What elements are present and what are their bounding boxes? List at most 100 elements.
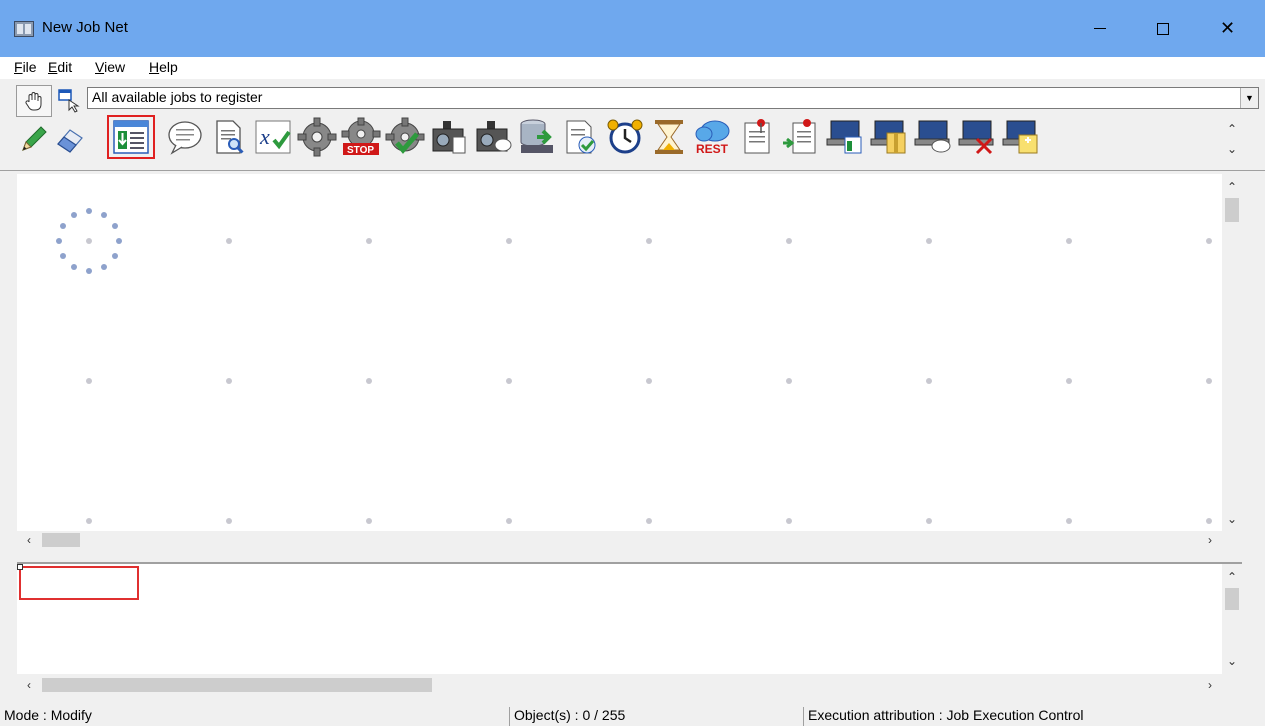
palette-camera-message[interactable]	[473, 117, 513, 157]
grid-dot	[86, 378, 92, 384]
palette-document-search[interactable]	[209, 117, 249, 157]
computer-message-icon	[914, 120, 951, 153]
hand-mode-button[interactable]	[16, 85, 52, 117]
hand-icon	[25, 92, 42, 111]
menu-edit-label: dit	[57, 59, 73, 75]
overview-scroll-down-icon[interactable]: ⌄	[1222, 652, 1242, 670]
palette-variable-check[interactable]: x	[253, 117, 293, 157]
menu-bar: File Edit View Help	[0, 57, 1265, 79]
grid-dot	[86, 518, 92, 524]
palette-scroll[interactable]: ⌃ ⌄	[1222, 119, 1242, 163]
canvas-horizontal-scrollbar[interactable]: ‹ ›	[17, 531, 1222, 549]
scroll-left-icon[interactable]: ‹	[19, 531, 39, 549]
grid-dot	[1206, 378, 1212, 384]
gear-check-icon	[385, 117, 425, 154]
grid-dot	[646, 378, 652, 384]
status-bar: Mode : Modify Object(s) : 0 / 255 Execut…	[0, 704, 1265, 726]
start-marker-dot	[56, 238, 62, 244]
grid-dot	[1206, 518, 1212, 524]
menu-help[interactable]: Help	[149, 59, 178, 75]
palette-document-check[interactable]	[561, 117, 601, 157]
canvas-vscroll-thumb[interactable]	[1225, 198, 1239, 222]
job-net-canvas[interactable]	[17, 174, 1242, 531]
grid-dot	[786, 378, 792, 384]
overview-horizontal-scrollbar[interactable]: ‹ ›	[17, 674, 1222, 696]
minimize-button[interactable]	[1072, 0, 1127, 57]
palette-computer-archive[interactable]	[869, 117, 909, 157]
status-mode: Mode : Modify	[4, 707, 92, 723]
palette-hourglass[interactable]	[649, 117, 689, 157]
start-marker-dot	[60, 223, 67, 229]
grid-dot	[1066, 238, 1072, 244]
overview-scroll-up-icon[interactable]: ⌃	[1222, 568, 1242, 586]
grid-dot	[926, 238, 932, 244]
palette-gear[interactable]	[297, 117, 337, 157]
menu-file[interactable]: File	[14, 59, 37, 75]
palette-rest-cloud[interactable]: REST	[693, 117, 733, 157]
eraser-icon	[57, 129, 83, 153]
palette-gear-stop[interactable]: STOP	[341, 117, 381, 157]
palette-alarm-clock[interactable]	[605, 117, 645, 157]
palette-computer-message[interactable]	[913, 117, 953, 157]
pointer-window-icon	[58, 89, 80, 113]
pencil-mode-button[interactable]	[16, 123, 52, 155]
grid-dot	[646, 518, 652, 524]
dropdown-arrow-icon[interactable]: ▼	[1240, 88, 1258, 108]
palette-camera-document[interactable]	[429, 117, 469, 157]
status-execution: Execution attribution : Job Execution Co…	[803, 707, 1084, 726]
palette-transfer-job[interactable]	[107, 115, 155, 159]
grid-dot	[366, 238, 372, 244]
alarm-clock-icon	[607, 119, 643, 154]
chevron-down-icon[interactable]: ⌄	[1222, 139, 1242, 159]
start-marker-dot	[60, 253, 67, 259]
variable-check-icon: x	[255, 120, 291, 154]
title-bar[interactable]: New Job Net ✕	[0, 0, 1265, 57]
toolbar: All available jobs to register ▼ x STOP …	[0, 79, 1265, 171]
menu-help-accel: H	[149, 59, 160, 75]
overview-hscroll-thumb[interactable]	[42, 678, 432, 692]
canvas-hscroll-thumb[interactable]	[42, 533, 80, 547]
scroll-right-icon[interactable]: ›	[1200, 531, 1220, 549]
palette-flag-document-arrow[interactable]	[781, 117, 821, 157]
start-marker-dot	[86, 208, 92, 214]
palette-flag-document[interactable]	[737, 117, 777, 157]
grid-dot	[506, 378, 512, 384]
grid-dot	[1066, 518, 1072, 524]
scroll-down-icon[interactable]: ⌄	[1222, 510, 1242, 528]
overview-corner-handle[interactable]	[17, 564, 23, 570]
overview-scroll-left-icon[interactable]: ‹	[19, 676, 39, 694]
status-objects: Object(s) : 0 / 255	[509, 707, 625, 726]
flag-document-icon	[744, 119, 770, 154]
scroll-up-icon[interactable]: ⌃	[1222, 178, 1242, 196]
canvas-vertical-scrollbar[interactable]: ⌃ ⌄	[1222, 174, 1242, 531]
palette-database-download[interactable]	[517, 117, 557, 157]
grid-dot	[646, 238, 652, 244]
maximize-button[interactable]	[1135, 0, 1190, 57]
grid-dot	[506, 518, 512, 524]
gear-icon	[297, 117, 337, 157]
menu-view[interactable]: View	[95, 59, 125, 75]
overview-scroll-right-icon[interactable]: ›	[1200, 676, 1220, 694]
rest-label: REST	[696, 142, 729, 156]
palette-comment[interactable]	[165, 117, 205, 157]
start-marker-dot	[101, 263, 107, 270]
flag-document-arrow-icon	[783, 119, 816, 154]
eraser-mode-button[interactable]	[52, 123, 88, 155]
start-marker-dot	[71, 263, 77, 270]
palette-computer-transfer[interactable]	[825, 117, 865, 157]
grid-dot	[506, 238, 512, 244]
overview-pane[interactable]	[17, 562, 1242, 674]
close-button[interactable]: ✕	[1200, 0, 1255, 57]
overview-viewport-rect[interactable]	[19, 566, 139, 600]
camera-document-icon	[432, 121, 466, 154]
pointer-mode-button[interactable]	[52, 85, 88, 117]
overview-vscroll-thumb[interactable]	[1225, 588, 1239, 610]
overview-vertical-scrollbar[interactable]: ⌃ ⌄	[1222, 564, 1242, 674]
chevron-up-icon[interactable]: ⌃	[1222, 119, 1242, 139]
palette-computer-delete[interactable]	[957, 117, 997, 157]
pencil-icon	[22, 126, 47, 151]
menu-edit[interactable]: Edit	[48, 59, 72, 75]
palette-gear-check[interactable]	[385, 117, 425, 157]
job-filter-select[interactable]: All available jobs to register ▼	[87, 87, 1259, 109]
palette-computer-new[interactable]	[1001, 117, 1041, 157]
